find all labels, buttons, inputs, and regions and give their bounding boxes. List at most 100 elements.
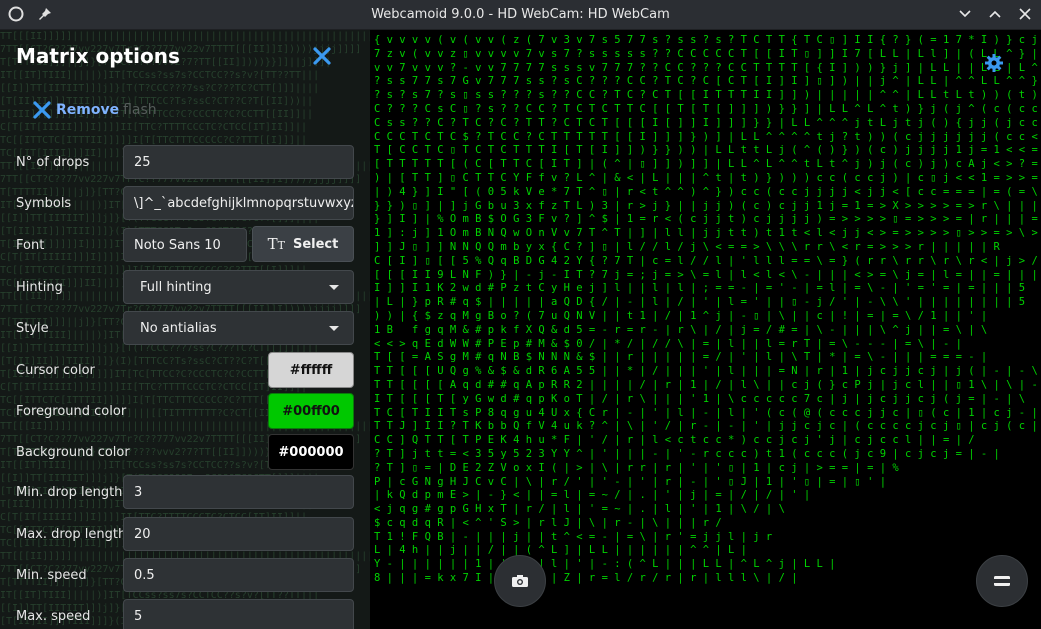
symbols-row: Symbols \]^_`abcdefghijklmnopqrstuvwxyz{… xyxy=(0,186,370,222)
webcamoid-icon xyxy=(8,6,24,26)
background-color-label: Background color xyxy=(16,445,130,460)
matrix-line: C s s ? ? C ? T C ? C ? T T ? C T C T [ … xyxy=(374,116,1038,129)
panel-title: Matrix options xyxy=(16,44,180,68)
remove-ghost-text: flash xyxy=(123,102,157,118)
panel-bg-line: TT[[[II]]]]]||||||||||||||||||||||||||||… xyxy=(0,31,370,42)
matrix-line: ) ) | { $ z q M g B o ? ( 7 u Q N V | | … xyxy=(374,309,988,322)
background-color-row: Background color #000000 xyxy=(0,434,370,471)
video-preview: { v v v v ( v ( v v ( z ( 7 v 3 v 7 s 5 … xyxy=(370,30,1041,629)
min-drop-length-input[interactable]: 3 xyxy=(123,475,354,509)
foreground-color-label: Foreground color xyxy=(16,404,127,419)
minimize-button[interactable] xyxy=(955,4,975,24)
min-speed-input[interactable]: 0.5 xyxy=(123,558,354,592)
matrix-line: $ c q d q R | < ^ ' S > | r l J | \ | r … xyxy=(374,516,722,529)
drops-label: N° of drops xyxy=(16,155,90,170)
matrix-line: ? s s 7 7 s 7 G v 7 7 7 s s ? s C ? ? ? … xyxy=(374,75,1038,88)
matrix-line: | L | } p R # q $ | | | | | a Q D { / | … xyxy=(374,296,1026,309)
drops-input[interactable]: 25 xyxy=(123,145,354,179)
matrix-line: T [ C C T C ▯ T C T C T T T I [ T [ I ] … xyxy=(374,144,1041,157)
style-dropdown[interactable]: No antialias xyxy=(123,311,354,345)
record-icon xyxy=(994,576,1010,586)
font-input[interactable]: Noto Sans 10 xyxy=(123,228,247,262)
matrix-line: ] ] J ▯ ] ] N N Q Q m b y x { C ? ] ▯ | … xyxy=(374,240,1000,253)
matrix-line: 7 z v ( v v z ▯ v v v v 7 v s 7 ? s s s … xyxy=(374,47,1038,60)
matrix-line: T T J ] I I ? T K b b Q f V 4 u k ? ^ | … xyxy=(374,420,1041,433)
cursor-color-button[interactable]: #ffffff xyxy=(268,352,354,388)
gear-icon[interactable] xyxy=(984,53,1004,77)
remove-button[interactable]: Remove flash xyxy=(32,100,157,120)
min-speed-label: Min. speed xyxy=(16,568,87,583)
matrix-line: L | 4 h | | j | | / | | ( ^ L ] | L L | … xyxy=(374,544,747,557)
matrix-line: P | c G N g H J C v C | \ | r / ' | ' - … xyxy=(374,475,887,488)
min-drop-length-row: Min. drop length 3 xyxy=(0,475,370,511)
matrix-line: v v 7 v v v ? - v v 7 7 7 7 s s s v 7 7 … xyxy=(374,61,1038,74)
matrix-rain-output: { v v v v ( v ( v v ( z ( 7 v 3 v 7 s 5 … xyxy=(374,34,1041,586)
drops-row: N° of drops 25 xyxy=(0,145,370,181)
matrix-line: 1 ] : j ] 1 O m B N Q w O n V v 7 T ^ T … xyxy=(374,227,1041,240)
min-drop-length-label: Min. drop length xyxy=(16,485,123,500)
font-row: Font Noto Sans 10 TT Select xyxy=(0,226,370,264)
max-speed-row: Max. speed 5 xyxy=(0,599,370,629)
style-label: Style xyxy=(16,321,49,336)
matrix-line: } } ) ▯ ] | ] j G b u 3 x f z T L ) 3 | … xyxy=(374,199,1041,212)
font-icon: TT xyxy=(267,235,285,253)
hinting-label: Hinting xyxy=(16,280,63,295)
background-color-button[interactable]: #000000 xyxy=(268,434,354,470)
font-select-label: Select xyxy=(292,236,339,252)
max-speed-label: Max. speed xyxy=(16,609,91,624)
font-label: Font xyxy=(16,238,45,253)
window-title: Webcamoid 9.0.0 - HD WebCam: HD WebCam xyxy=(371,7,670,22)
matrix-line: I T [ [ [ T [ y G w d # q p K o T | / | … xyxy=(374,392,1026,405)
snapshot-button[interactable] xyxy=(494,555,546,607)
hinting-row: Hinting Full hinting xyxy=(0,270,370,306)
camera-icon xyxy=(512,575,528,587)
matrix-line: } ] I ] | % O m B $ O G 3 F v ? ] ^ $ | … xyxy=(374,213,1041,226)
foreground-color-row: Foreground color #00ff00 xyxy=(0,393,370,430)
matrix-line: I ] ] I 1 K 2 w d # P z t C y H e j ] l … xyxy=(374,282,1026,295)
matrix-line: < < > q E d W W # P E p # M & $ 0 / | * … xyxy=(374,337,962,350)
max-speed-input[interactable]: 5 xyxy=(123,599,354,629)
cursor-color-label: Cursor color xyxy=(16,363,95,378)
record-button[interactable] xyxy=(976,555,1028,607)
panel-bg-line: IT[[IT]TIII]||||)]IT[TCCss?ss7s?CCTCC??s… xyxy=(0,70,320,81)
pin-icon[interactable] xyxy=(38,6,52,26)
close-icon[interactable] xyxy=(312,46,332,70)
hinting-dropdown[interactable]: Full hinting xyxy=(123,270,354,304)
max-drop-length-input[interactable]: 20 xyxy=(123,517,354,551)
close-icon xyxy=(1019,8,1031,20)
matrix-line: C ? ? ? C s C ▯ ? s ? ? C C ? T C T C T … xyxy=(374,102,1038,115)
hinting-value: Full hinting xyxy=(140,279,212,295)
chevron-down-icon xyxy=(329,284,339,290)
panel-bg-line: [[I]]TT[IITIIT]]]j]}[T(T?CCC???7ss?C???T… xyxy=(0,83,320,94)
matrix-line: ? T ] ▯ = | D E 2 Z V o x I ( | > | \ | … xyxy=(374,461,899,474)
maximize-button[interactable] xyxy=(985,4,1005,24)
font-select-button[interactable]: TT Select xyxy=(252,226,354,262)
matrix-line: ? s ? s 7 ? s ▯ s s ? ? ? s ? ? C C ? T … xyxy=(374,89,1038,102)
matrix-line: T C [ T I I T s P 8 q g u 4 U x { C r | … xyxy=(374,406,1041,419)
matrix-line: T T [ [ [ U Q g % & $ & d R 6 A 5 5 | | … xyxy=(374,365,1038,378)
max-drop-length-row: Max. drop length 20 xyxy=(0,517,370,553)
matrix-line: C C ] Q T T [ T P E K 4 h u * F | ' / | … xyxy=(374,434,975,447)
matrix-line: 8 | | | = k x 7 I | 1 ' | ' | Z | r = l … xyxy=(374,572,798,585)
matrix-line: T [ [ = A S g M # q N B $ N N N & $ | | … xyxy=(374,351,988,364)
foreground-color-button[interactable]: #00ff00 xyxy=(268,393,354,429)
chevron-up-icon xyxy=(989,10,1001,18)
matrix-line: | ) 4 } ] I " [ ( 0 5 k V e * 7 T ^ ▯ | … xyxy=(374,185,1041,198)
title-bar: Webcamoid 9.0.0 - HD WebCam: HD WebCam xyxy=(0,0,1041,30)
close-window-button[interactable] xyxy=(1015,4,1035,24)
chevron-down-icon xyxy=(329,325,339,331)
matrix-line: { v v v v ( v ( v v ( z ( 7 v 3 v 7 s 5 … xyxy=(374,34,1038,46)
matrix-line: | k Q d p m E > | - } < | | = l | = ~ / … xyxy=(374,489,811,502)
matrix-line: ) | [ T T ] ▯ C T T C Y F f v ? L ^ | & … xyxy=(374,171,1038,184)
matrix-line: ? T ] j t t = < 3 5 y 5 2 3 Y Y ^ | ' | … xyxy=(374,447,1000,460)
matrix-options-panel: TT[[[II]]]]]||||||||||||||||||||||||||||… xyxy=(0,30,370,629)
matrix-line: 1 B f g q M & # p k f X Q & d 5 = - r = … xyxy=(374,323,988,336)
panel-bg-line: C[T[IT[IIIII]]]I]]]]II[TTC?TTTTCCCTC?CTC… xyxy=(0,122,308,133)
chevron-down-icon xyxy=(959,10,971,18)
symbols-input[interactable]: \]^_`abcdefghijklmnopqrstuvwxyz{|}~ xyxy=(123,186,354,220)
matrix-line: T T [ [ [ [ A q d # # q A p R R 2 | | | … xyxy=(374,378,1041,391)
matrix-line: [ [ [ I I 9 L N F ) } | - j - I T ? 7 j … xyxy=(374,268,1041,281)
remove-label: Remove xyxy=(56,102,120,118)
matrix-line: < j q g # g p G H x T | r / | l | ' = ~ … xyxy=(374,503,785,516)
style-value: No antialias xyxy=(140,320,217,336)
